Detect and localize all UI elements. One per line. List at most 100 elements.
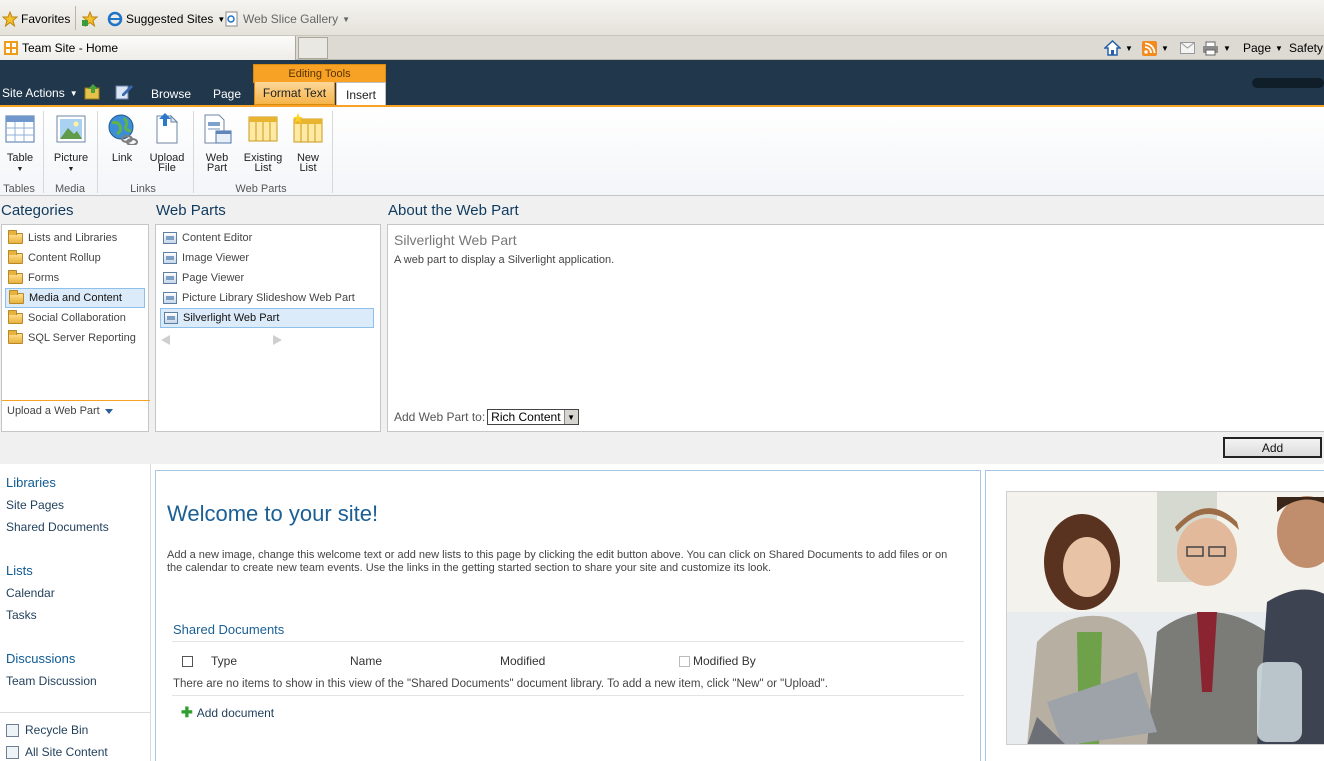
browser-tab-bar: Team Site - Home ▼ ▼ ▼ Page ▼ Safety: [0, 36, 1324, 60]
divider: [2, 400, 150, 401]
link-button[interactable]: Link: [104, 113, 140, 164]
existing-list-button[interactable]: Existing List: [241, 113, 285, 174]
group-label-media: Media: [55, 183, 85, 195]
ql-shared-documents[interactable]: Shared Documents: [6, 520, 109, 534]
picture-label: Picture: [53, 152, 89, 164]
category-item[interactable]: SQL Server Reporting: [5, 328, 145, 348]
web-part-item[interactable]: Content Editor: [160, 228, 374, 248]
column-modified-by[interactable]: Modified By: [693, 654, 756, 668]
browser-tab[interactable]: Team Site - Home: [0, 36, 296, 60]
ql-team-discussion[interactable]: Team Discussion: [6, 674, 97, 688]
modified-by-checkbox[interactable]: [679, 656, 690, 667]
zone-select[interactable]: Rich Content ▼: [487, 409, 579, 425]
web-part-item[interactable]: Picture Library Slideshow Web Part: [160, 288, 374, 308]
site-content-icon: [6, 746, 19, 760]
ribbon-insert: Table ▼ Tables Picture ▼ Media Link Uplo…: [0, 107, 1324, 196]
all-site-content-label: All Site Content: [25, 745, 108, 759]
folder-icon: [8, 229, 23, 244]
tab-browse[interactable]: Browse: [144, 82, 198, 105]
column-name[interactable]: Name: [350, 654, 382, 668]
categories-panel: Lists and Libraries Content Rollup Forms…: [1, 224, 150, 432]
ql-recycle-bin[interactable]: Recycle Bin: [6, 723, 88, 738]
page-menu-button[interactable]: Page ▼: [1243, 40, 1283, 56]
web-part-label: Content Editor: [182, 232, 253, 244]
web-part-item-selected[interactable]: Silverlight Web Part: [160, 308, 374, 328]
upload-web-part-link[interactable]: Upload a Web Part: [7, 405, 113, 417]
web-part-label-line2: Part: [206, 162, 228, 174]
globe-link-icon: [108, 114, 138, 145]
ql-heading-libraries[interactable]: Libraries: [6, 475, 56, 490]
home-icon: [1104, 40, 1121, 56]
next-arrow-icon[interactable]: [273, 335, 282, 345]
chevron-down-icon: ▼: [1223, 43, 1231, 53]
category-item[interactable]: Forms: [5, 268, 145, 288]
web-slice-gallery-button[interactable]: Web Slice Gallery ▼: [225, 10, 350, 28]
group-label-links: Links: [130, 183, 156, 195]
web-part-item[interactable]: Page Viewer: [160, 268, 374, 288]
about-web-part-name: Silverlight Web Part: [394, 232, 517, 248]
ql-heading-lists[interactable]: Lists: [6, 563, 33, 578]
home-button[interactable]: ▼: [1104, 40, 1133, 56]
editing-tools-label: Editing Tools: [253, 64, 386, 83]
tab-format-text[interactable]: Format Text: [254, 82, 335, 105]
web-part-button[interactable]: Web Part: [199, 113, 235, 174]
site-actions-menu[interactable]: Site Actions ▼: [2, 86, 78, 100]
tab-insert[interactable]: Insert: [336, 82, 386, 106]
safety-menu-button[interactable]: Safety: [1289, 40, 1323, 56]
tab-page[interactable]: Page: [206, 82, 248, 105]
column-type[interactable]: Type: [211, 654, 237, 668]
web-part-item[interactable]: Image Viewer: [160, 248, 374, 268]
edit-page-icon[interactable]: [115, 84, 133, 100]
group-separator: [43, 111, 44, 193]
add-button[interactable]: Add: [1223, 437, 1322, 458]
rss-icon: [1142, 40, 1157, 56]
printer-icon: [1203, 41, 1218, 55]
team-photo-illustration: [1007, 492, 1324, 744]
navigate-up-icon[interactable]: [84, 84, 102, 100]
ql-all-site-content[interactable]: All Site Content: [6, 745, 108, 760]
column-modified[interactable]: Modified: [500, 654, 545, 668]
category-item[interactable]: Content Rollup: [5, 248, 145, 268]
folder-icon: [8, 329, 23, 344]
folder-icon: [8, 249, 23, 264]
add-to-favorites-button[interactable]: [81, 10, 99, 28]
select-all-checkbox[interactable]: [182, 656, 193, 667]
group-label-web-parts: Web Parts: [235, 183, 287, 195]
print-button[interactable]: ▼: [1202, 40, 1231, 56]
suggested-sites-button[interactable]: Suggested Sites ▼: [107, 10, 225, 28]
table-icon: [5, 115, 35, 143]
new-list-button[interactable]: New List: [290, 113, 326, 174]
category-item[interactable]: Social Collaboration: [5, 308, 145, 328]
group-separator: [97, 111, 98, 193]
chevron-down-icon: ▼: [1125, 43, 1133, 53]
ql-heading-discussions[interactable]: Discussions: [6, 651, 75, 666]
favorites-button[interactable]: Favorites: [2, 10, 70, 28]
shared-documents-title[interactable]: Shared Documents: [173, 622, 284, 637]
upload-file-button[interactable]: Upload File: [146, 113, 188, 174]
previous-arrow-icon[interactable]: [161, 335, 170, 345]
add-web-part-to: Add Web Part to: Rich Content ▼: [394, 409, 579, 425]
category-label: Media and Content: [29, 292, 122, 304]
folder-icon: [8, 269, 23, 284]
picture-button[interactable]: Picture ▼: [53, 113, 89, 175]
star-icon: [2, 11, 18, 27]
picture-icon: [56, 115, 86, 143]
feeds-button[interactable]: ▼: [1142, 40, 1169, 56]
upload-file-label-line2: File: [158, 162, 176, 174]
table-button[interactable]: Table ▼: [4, 113, 36, 175]
read-mail-button[interactable]: [1180, 40, 1195, 56]
new-tab-button[interactable]: [298, 37, 328, 59]
chevron-down-icon: ▼: [563, 410, 578, 424]
ql-tasks[interactable]: Tasks: [6, 608, 37, 622]
divider: [0, 712, 150, 713]
category-item[interactable]: Lists and Libraries: [5, 228, 145, 248]
ql-site-pages[interactable]: Site Pages: [6, 498, 64, 512]
add-favorite-icon: [81, 11, 99, 27]
tab-title: Team Site - Home: [22, 41, 119, 55]
user-menu[interactable]: [1252, 78, 1324, 88]
ql-calendar[interactable]: Calendar: [6, 586, 55, 600]
category-item-selected[interactable]: Media and Content: [5, 288, 145, 308]
web-part-icon: [163, 252, 177, 264]
add-document-link[interactable]: ✚ Add document: [181, 704, 274, 721]
page-menu-label: Page: [1243, 41, 1272, 55]
